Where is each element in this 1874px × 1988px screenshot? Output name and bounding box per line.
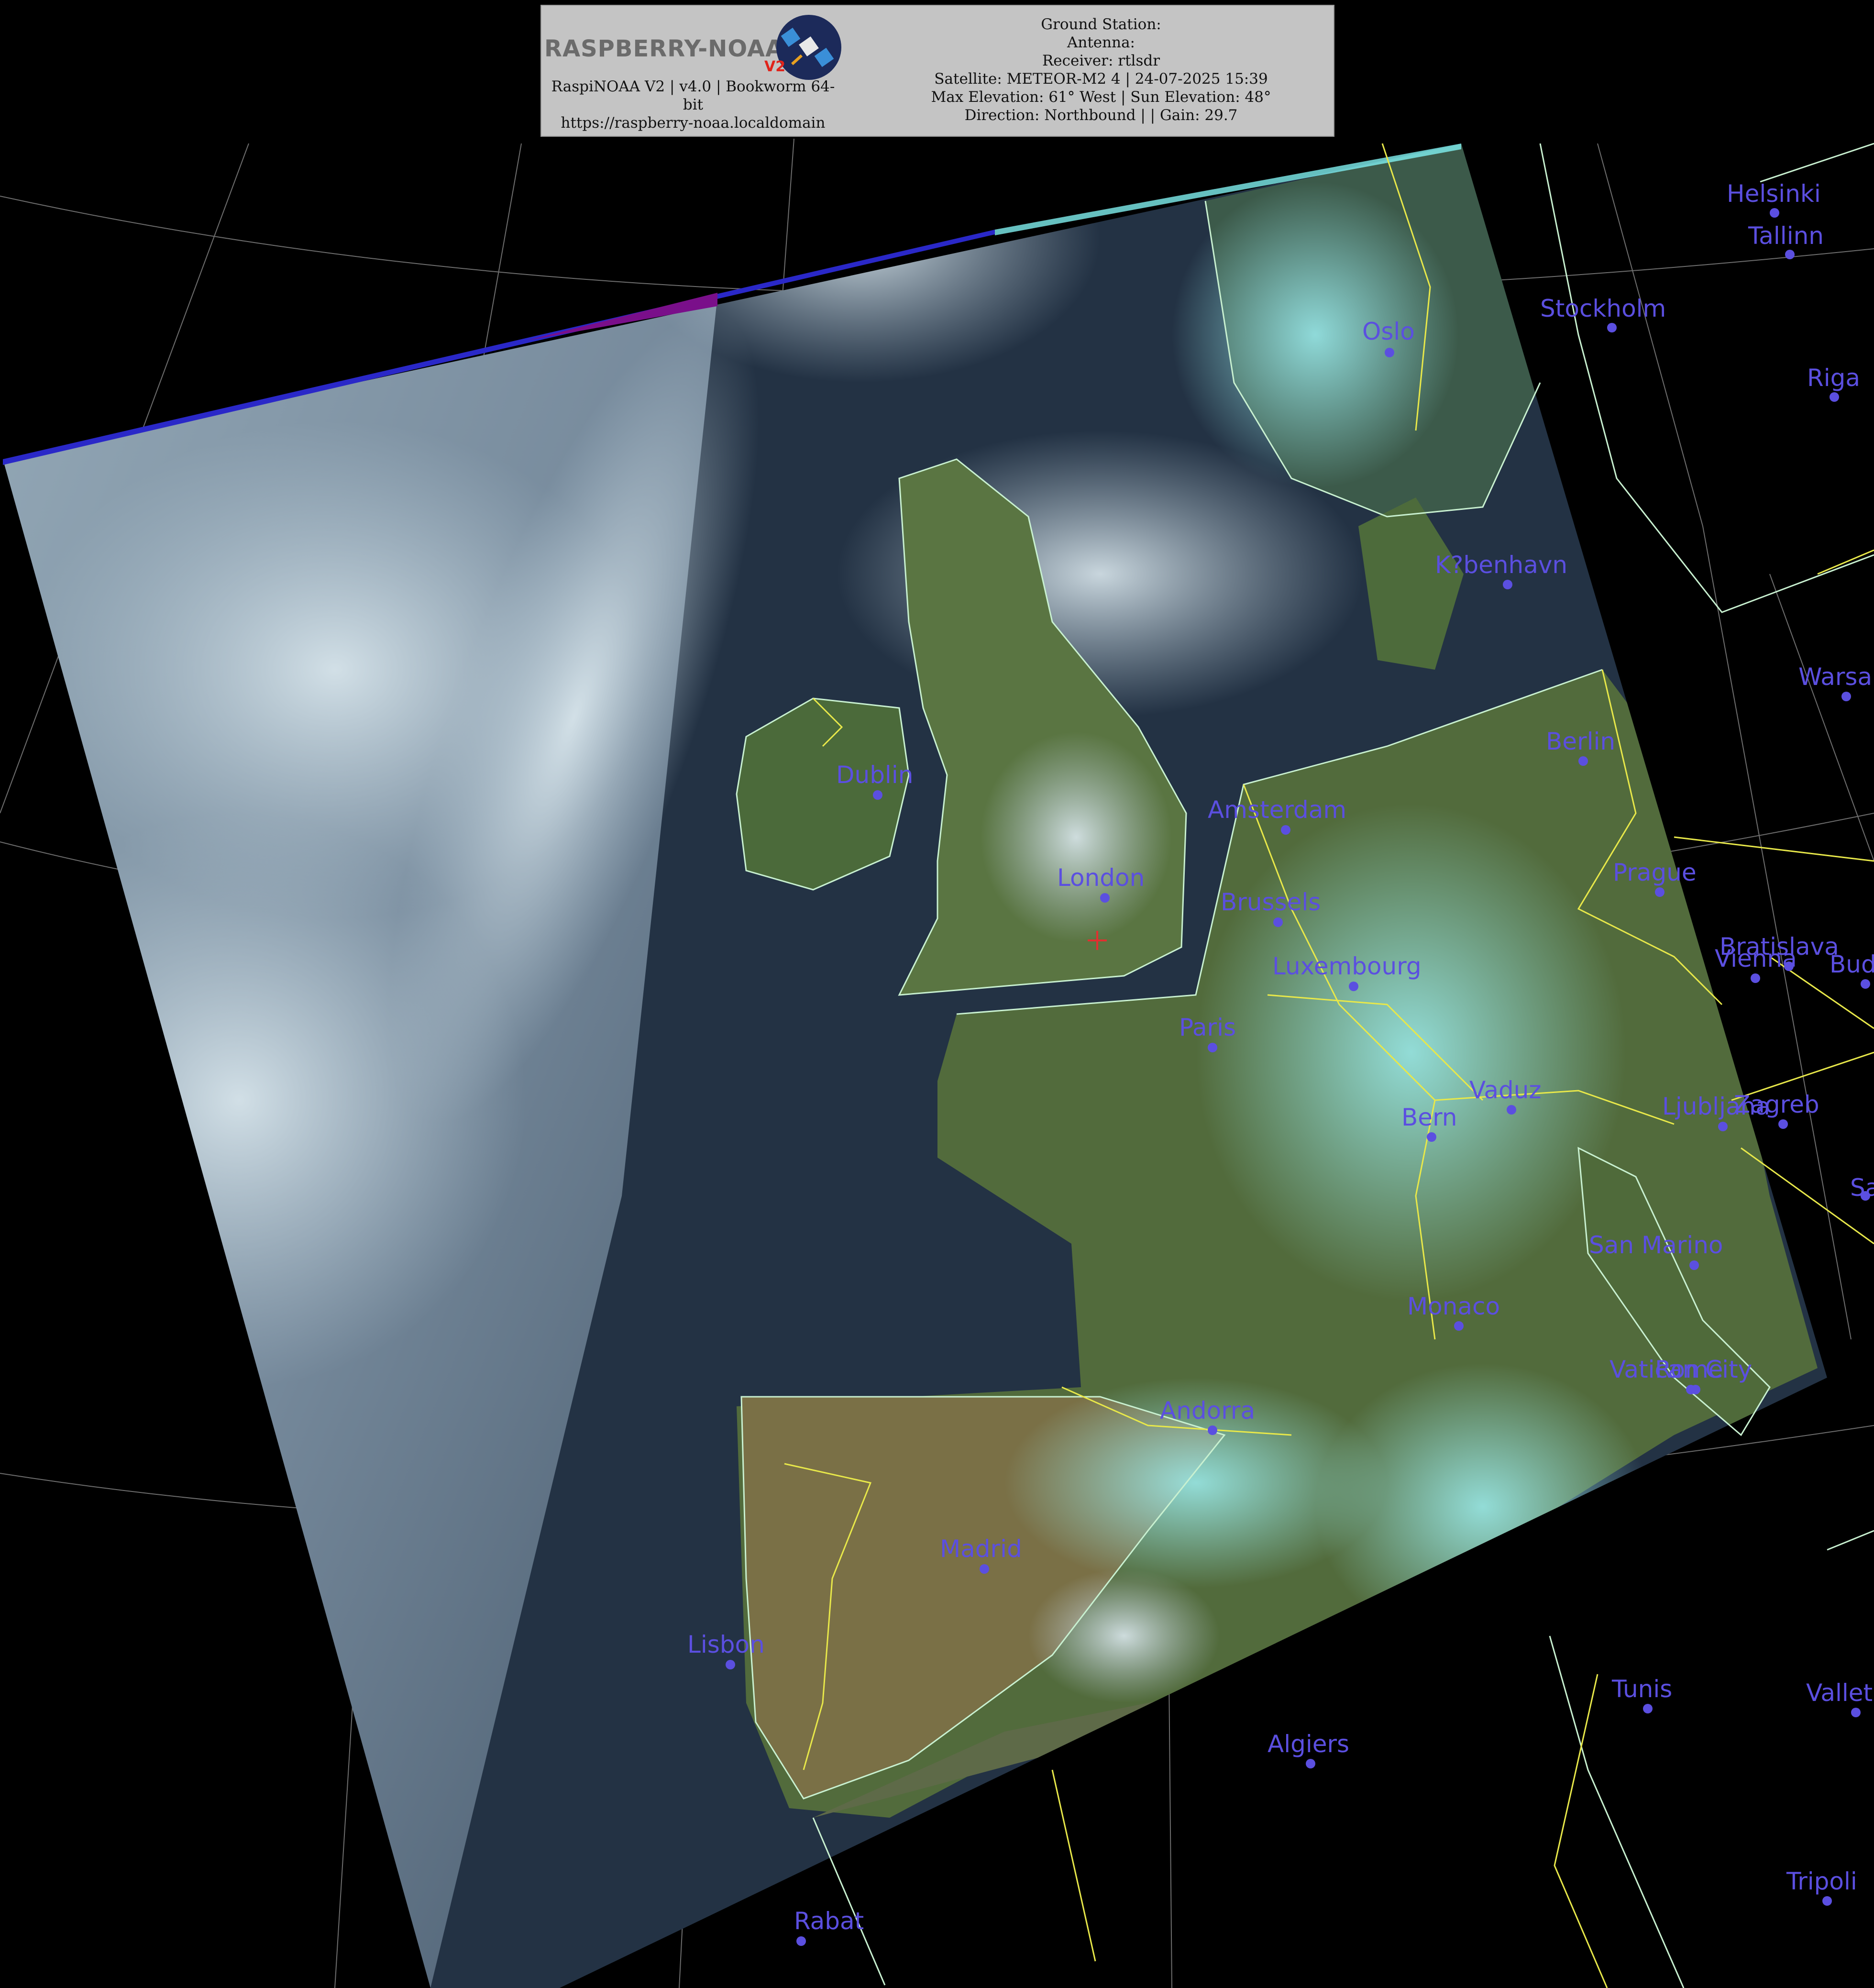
city-label-k-benhavn: K?benhavn <box>1435 551 1567 579</box>
city-dot-k-benhavn <box>1503 580 1512 589</box>
city-label-madrid: Madrid <box>940 1535 1022 1563</box>
city-label-helsinki: Helsinki <box>1727 180 1821 208</box>
header-panel: RASPBERRY-NOAA V2 RaspiNOAA V2 | v4.0 | … <box>540 5 1334 137</box>
pass-info: Ground Station: Antenna: Receiver: rtlsd… <box>876 15 1326 124</box>
city-dot-madrid <box>980 1564 989 1574</box>
city-label-sa: Sa <box>1850 1174 1874 1202</box>
city-dot-london <box>1100 893 1110 903</box>
city-dot-bern <box>1427 1132 1436 1142</box>
city-dot-amsterdam <box>1281 825 1290 835</box>
city-label-buda: Buda <box>1830 950 1874 978</box>
city-dot-rabat <box>796 1936 806 1946</box>
city-dot-helsinki <box>1770 208 1779 218</box>
city-label-warsa: Warsa <box>1798 663 1872 691</box>
city-label-oslo: Oslo <box>1362 318 1415 345</box>
city-label-amsterdam: Amsterdam <box>1208 796 1346 824</box>
city-label-tripoli: Tripoli <box>1786 1867 1857 1895</box>
city-label-tallinn: Tallinn <box>1748 222 1824 250</box>
ground-station-line: Ground Station: <box>1041 16 1161 33</box>
city-dot-dublin <box>873 790 882 800</box>
logo-version-mark: V2 <box>764 58 786 75</box>
city-dot-paris <box>1208 1043 1217 1052</box>
city-label-paris: Paris <box>1179 1014 1236 1041</box>
software-info: RaspiNOAA V2 | v4.0 | Bookworm 64- bit h… <box>543 77 843 132</box>
city-dot-monaco <box>1454 1321 1464 1331</box>
city-label-stockholm: Stockholm <box>1540 295 1666 322</box>
direction-gain-line: Direction: Northbound | | Gain: 29.7 <box>964 107 1238 124</box>
logo-text: RASPBERRY-NOAA <box>544 35 784 62</box>
city-label-rome: Rome <box>1655 1356 1723 1383</box>
city-label-zagreb: Zagreb <box>1734 1091 1819 1118</box>
city-label-lisbon: Lisbon <box>687 1631 765 1658</box>
city-dot-prague <box>1655 887 1665 897</box>
city-dot-vallet <box>1851 1708 1861 1717</box>
receiver-line: Receiver: rtlsdr <box>1042 52 1160 69</box>
city-dot-vienna <box>1751 973 1760 983</box>
logo: RASPBERRY-NOAA V2 <box>544 11 841 82</box>
city-label-vallet: Vallet <box>1806 1679 1873 1707</box>
city-dot-zagreb <box>1778 1119 1788 1129</box>
city-label-bern: Bern <box>1401 1104 1457 1131</box>
software-version-line: RaspiNOAA V2 | v4.0 | Bookworm 64- <box>551 78 835 95</box>
city-dot-algiers <box>1306 1759 1315 1768</box>
city-dot-andorra <box>1208 1425 1217 1435</box>
city-dot-rome <box>1691 1385 1700 1394</box>
city-label-tunis: Tunis <box>1611 1675 1672 1703</box>
satellite-line: Satellite: METEOR-M2 4 | 24-07-2025 15:3… <box>934 70 1268 88</box>
station-url: https://raspberry-noaa.localdomain <box>561 114 826 132</box>
city-label-vienna: Vienna <box>1715 945 1797 972</box>
city-dot-riga <box>1830 392 1839 402</box>
city-label-berlin: Berlin <box>1546 728 1615 755</box>
city-dot-buda <box>1861 979 1870 989</box>
city-dot-san-marino <box>1689 1260 1699 1270</box>
city-dot-luxembourg <box>1349 982 1358 991</box>
city-label-prague: Prague <box>1613 859 1697 886</box>
city-dot-tripoli <box>1822 1896 1832 1906</box>
city-dot-oslo <box>1385 348 1394 357</box>
city-dot-tallinn <box>1785 250 1795 259</box>
city-label-london: London <box>1057 864 1145 892</box>
city-dot-warsa <box>1841 692 1851 701</box>
satellite-map: Helsinki Tallinn Stockholm Oslo Riga K?benhav… <box>0 0 1874 1988</box>
city-dot-lisbon <box>726 1660 735 1669</box>
city-dot-berlin <box>1578 756 1588 766</box>
city-label-rabat: Rabat <box>794 1907 864 1935</box>
city-label-algiers: Algiers <box>1268 1730 1349 1758</box>
antenna-line: Antenna: <box>1067 34 1135 51</box>
elevation-line: Max Elevation: 61° West | Sun Elevation:… <box>931 88 1271 106</box>
city-label-riga: Riga <box>1807 364 1860 392</box>
city-label-dublin: Dublin <box>836 761 913 789</box>
city-label-vaduz: Vaduz <box>1469 1076 1542 1104</box>
city-dot-brussels <box>1273 917 1283 927</box>
city-label-luxembourg: Luxembourg <box>1272 952 1422 980</box>
city-dot-vaduz <box>1507 1105 1516 1115</box>
city-label-san-marino: San Marino <box>1589 1231 1723 1259</box>
city-dot-ljubljana <box>1718 1122 1728 1131</box>
software-version-line-cont: bit <box>683 96 704 113</box>
city-label-monaco: Monaco <box>1407 1292 1500 1320</box>
city-dot-tunis <box>1643 1704 1653 1713</box>
city-dot-stockholm <box>1607 323 1617 332</box>
city-label-andorra: Andorra <box>1160 1397 1255 1425</box>
city-label-brussels: Brussels <box>1221 888 1321 916</box>
